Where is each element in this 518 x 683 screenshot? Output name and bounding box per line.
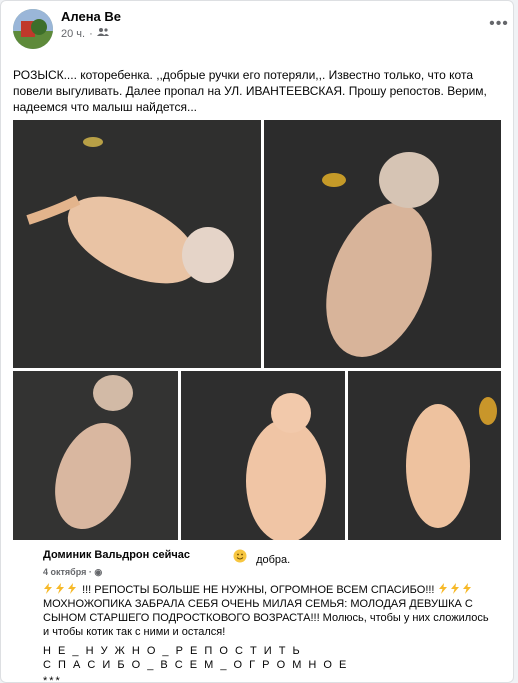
comment-author: Доминик Вальдрон сейчас	[43, 549, 190, 561]
globe-icon: ◉	[94, 567, 103, 577]
comment-tail-text: добра.	[256, 554, 291, 566]
cat-photo-4[interactable]	[181, 371, 345, 540]
comment-line-4: С П А С И Б О _ В С Е М _ О Г Р О М Н О …	[43, 659, 349, 671]
comment-line-5: ***	[43, 675, 62, 683]
comment-tail: добра.	[233, 549, 290, 566]
comment-line-3: Н Е _ Н У Ж Н О _ Р Е П О С Т И Т Ь	[43, 645, 302, 657]
post-meta: 20 ч. ·	[61, 27, 109, 40]
lightning-icon	[43, 583, 79, 596]
photo-grid	[13, 120, 501, 540]
smile-emoji-icon	[233, 549, 250, 566]
cat-photo-5[interactable]	[348, 371, 501, 540]
more-options-icon[interactable]: •••	[487, 16, 511, 35]
dot-separator: ·	[89, 27, 93, 40]
comment-date[interactable]: 4 октября · ◉	[43, 567, 102, 578]
post-card: Алена Ве 20 ч. · ••• РОЗЫСК.... которебе…	[0, 0, 514, 683]
cat-photo-2[interactable]	[264, 120, 501, 368]
post-author[interactable]: Алена Ве	[61, 9, 121, 24]
comment-author-name[interactable]: Доминик Вальдрон сейчас	[43, 549, 190, 561]
cat-photo-1[interactable]	[13, 120, 261, 368]
post-text: РОЗЫСК.... которебенка. ,,добрые ручки е…	[13, 68, 487, 114]
friends-icon	[96, 27, 109, 40]
comment-line-2: МОХНОЖОПИКА ЗАБРАЛА СЕБЯ ОЧЕНЬ МИЛАЯ СЕМ…	[43, 598, 489, 638]
cat-photo-3[interactable]	[13, 371, 178, 540]
avatar[interactable]	[13, 9, 53, 49]
lightning-icon	[438, 583, 474, 596]
comment-date-text: 4 октября	[43, 567, 87, 577]
comment-text: !!! РЕПОСТЫ БОЛЬШЕ НЕ НУЖНЫ, ОГРОМНОЕ ВС…	[43, 583, 493, 639]
comment-line-1: !!! РЕПОСТЫ БОЛЬШЕ НЕ НУЖНЫ, ОГРОМНОЕ ВС…	[82, 584, 435, 596]
post-time[interactable]: 20 ч.	[61, 28, 85, 40]
